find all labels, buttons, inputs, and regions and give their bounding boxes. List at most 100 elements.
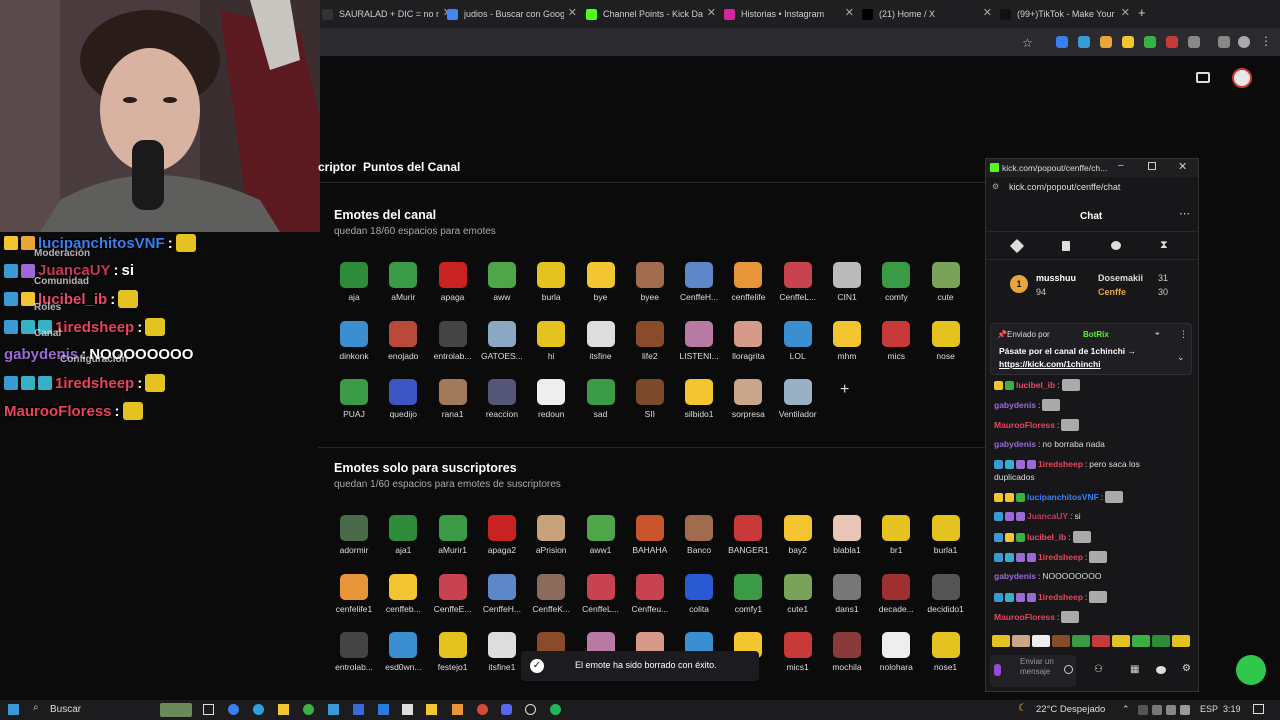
emote-tile[interactable]: itsfine1 bbox=[477, 626, 527, 682]
language-indicator[interactable]: ESP bbox=[1200, 704, 1218, 714]
emote-tile[interactable]: GATOES... bbox=[477, 315, 527, 371]
tray-overflow-icon[interactable]: ⌃ bbox=[1122, 704, 1130, 715]
battery-icon[interactable] bbox=[1180, 705, 1190, 715]
emote-tile[interactable]: CenffeL... bbox=[576, 568, 626, 624]
sidebar-menu-item[interactable]: Configuración bbox=[60, 354, 128, 365]
emote-tile[interactable]: colita bbox=[674, 568, 724, 624]
taskbar-search[interactable]: Buscar bbox=[50, 704, 81, 715]
emote-tile[interactable]: decade... bbox=[871, 568, 921, 624]
chat-username[interactable]: 1iredsheep bbox=[1038, 459, 1083, 469]
emote-tile[interactable]: LISTENI... bbox=[674, 315, 724, 371]
app-icon[interactable] bbox=[378, 704, 389, 715]
emote-tile[interactable]: apaga bbox=[428, 256, 478, 312]
tab-close-icon[interactable]: ✕ bbox=[845, 6, 854, 19]
app-icon[interactable] bbox=[328, 704, 339, 715]
emote-tile[interactable]: BANGER1 bbox=[723, 509, 773, 565]
app-icon[interactable] bbox=[402, 704, 413, 715]
emote-tile[interactable]: redoun bbox=[526, 373, 576, 429]
emote-tile[interactable]: adormir bbox=[329, 509, 379, 565]
emote-icon[interactable] bbox=[992, 635, 1010, 647]
hourglass-icon[interactable]: ⧗ bbox=[1160, 239, 1168, 252]
emote-tile[interactable]: mhm bbox=[822, 315, 872, 371]
emote-tile[interactable]: esd0wn... bbox=[378, 626, 428, 682]
extension-icon[interactable] bbox=[1056, 36, 1068, 48]
chat-username[interactable]: 1iredsheep bbox=[55, 319, 134, 336]
support-chat-button[interactable] bbox=[1236, 655, 1266, 685]
emote-tile[interactable]: byee bbox=[625, 256, 675, 312]
weather-text[interactable]: 22°C Despejado bbox=[1036, 704, 1105, 715]
emote-icon[interactable] bbox=[1132, 635, 1150, 647]
emote-tile[interactable]: burla1 bbox=[921, 509, 971, 565]
emote-tile[interactable]: bay2 bbox=[773, 509, 823, 565]
emote-tile[interactable]: sorpresa bbox=[723, 373, 773, 429]
emote-tile[interactable]: CIN1 bbox=[822, 256, 872, 312]
app-icon[interactable] bbox=[353, 704, 364, 715]
extension-icon[interactable] bbox=[1122, 36, 1134, 48]
extension-icon[interactable] bbox=[1166, 36, 1178, 48]
new-tab-button[interactable]: + bbox=[1138, 5, 1146, 20]
emote-tile[interactable]: enojado bbox=[378, 315, 428, 371]
chrome-icon[interactable] bbox=[477, 704, 488, 715]
emote-tile[interactable]: lloragrita bbox=[723, 315, 773, 371]
chat-username[interactable]: lucipanchitosVNF bbox=[1027, 492, 1099, 502]
menu-icon[interactable] bbox=[1218, 36, 1230, 48]
emote-tile[interactable]: reaccion bbox=[477, 373, 527, 429]
emote-tile[interactable]: BAHAHA bbox=[625, 509, 675, 565]
sidebar-menu-item[interactable]: Moderación bbox=[34, 248, 90, 259]
emote-tile[interactable]: cute bbox=[921, 256, 971, 312]
emoji-icon[interactable] bbox=[1064, 665, 1073, 674]
emote-tile[interactable]: aMurir1 bbox=[428, 509, 478, 565]
chat-username[interactable]: lucibel_ib bbox=[1027, 532, 1066, 542]
chat-bubble-icon[interactable] bbox=[1111, 241, 1121, 250]
tab-close-icon[interactable]: ✕ bbox=[983, 6, 992, 19]
theater-mode-icon[interactable] bbox=[1196, 72, 1210, 83]
add-emote-button[interactable]: + bbox=[840, 381, 849, 399]
sidebar-menu-item[interactable]: Canal bbox=[34, 328, 61, 339]
chat-username[interactable]: gabydenis bbox=[994, 439, 1036, 449]
user-avatar[interactable] bbox=[1232, 68, 1252, 88]
emote-tile[interactable]: comfy bbox=[871, 256, 921, 312]
emote-tile[interactable]: br1 bbox=[871, 509, 921, 565]
emote-tile[interactable]: Cenffeu... bbox=[625, 568, 675, 624]
emote-tile[interactable]: dinkonk bbox=[329, 315, 379, 371]
chat-username[interactable]: gabydenis bbox=[994, 400, 1036, 410]
browser-tab[interactable]: (99+)TikTok - Make Your ✕ bbox=[1000, 4, 1130, 24]
emote-icon[interactable] bbox=[1172, 635, 1190, 647]
emote-tile[interactable]: CenffeH... bbox=[477, 568, 527, 624]
sidebar-menu-item[interactable]: Roles bbox=[34, 302, 61, 313]
chat-username[interactable]: 1iredsheep bbox=[1038, 592, 1083, 602]
chat-options-icon[interactable]: ⋯ bbox=[1179, 207, 1190, 220]
browser-tab[interactable]: SAURALAD + DIC = no m✕ bbox=[322, 4, 452, 24]
emote-tile[interactable]: aww bbox=[477, 256, 527, 312]
chat-username[interactable]: gabydenis bbox=[994, 571, 1036, 581]
emote-icon[interactable] bbox=[1012, 635, 1030, 647]
emote-icon[interactable] bbox=[1112, 635, 1130, 647]
emote-tile[interactable]: entrolab... bbox=[428, 315, 478, 371]
tab-close-icon[interactable]: ✕ bbox=[1121, 6, 1130, 19]
emote-tile[interactable]: cenfelife1 bbox=[329, 568, 379, 624]
chat-username[interactable]: lucibel_ib bbox=[1016, 380, 1055, 390]
chat-input[interactable]: Enviar un mensaje bbox=[990, 655, 1076, 687]
emote-tile[interactable]: mochila bbox=[822, 626, 872, 682]
tab-subscriptor[interactable]: criptor bbox=[318, 160, 356, 174]
emote-tile[interactable]: cenffelife bbox=[723, 256, 773, 312]
chat-username[interactable]: MaurooFloress bbox=[994, 612, 1055, 622]
discord-icon[interactable] bbox=[501, 704, 512, 715]
profile-avatar[interactable] bbox=[1238, 36, 1250, 48]
emote-icon[interactable] bbox=[1152, 635, 1170, 647]
emote-tile[interactable]: rana1 bbox=[428, 373, 478, 429]
emote-tile[interactable]: LOL bbox=[773, 315, 823, 371]
emote-tile[interactable]: CenffeH... bbox=[674, 256, 724, 312]
emote-tile[interactable]: sad bbox=[576, 373, 626, 429]
site-info-icon[interactable]: ⚙ bbox=[992, 182, 999, 191]
emote-tile[interactable]: CenffeE... bbox=[428, 568, 478, 624]
sidebar-menu-item[interactable]: Comunidad bbox=[34, 276, 89, 287]
emote-tile[interactable]: decidido1 bbox=[921, 568, 971, 624]
emote-tile[interactable]: cute1 bbox=[773, 568, 823, 624]
browser-tab[interactable]: (21) Home / X ✕ bbox=[862, 4, 992, 24]
app-icon[interactable] bbox=[426, 704, 437, 715]
maximize-icon[interactable] bbox=[1148, 162, 1156, 170]
edge-icon[interactable] bbox=[253, 704, 264, 715]
moderation-hammer-icon[interactable] bbox=[1009, 238, 1025, 254]
emote-icon[interactable] bbox=[1072, 635, 1090, 647]
